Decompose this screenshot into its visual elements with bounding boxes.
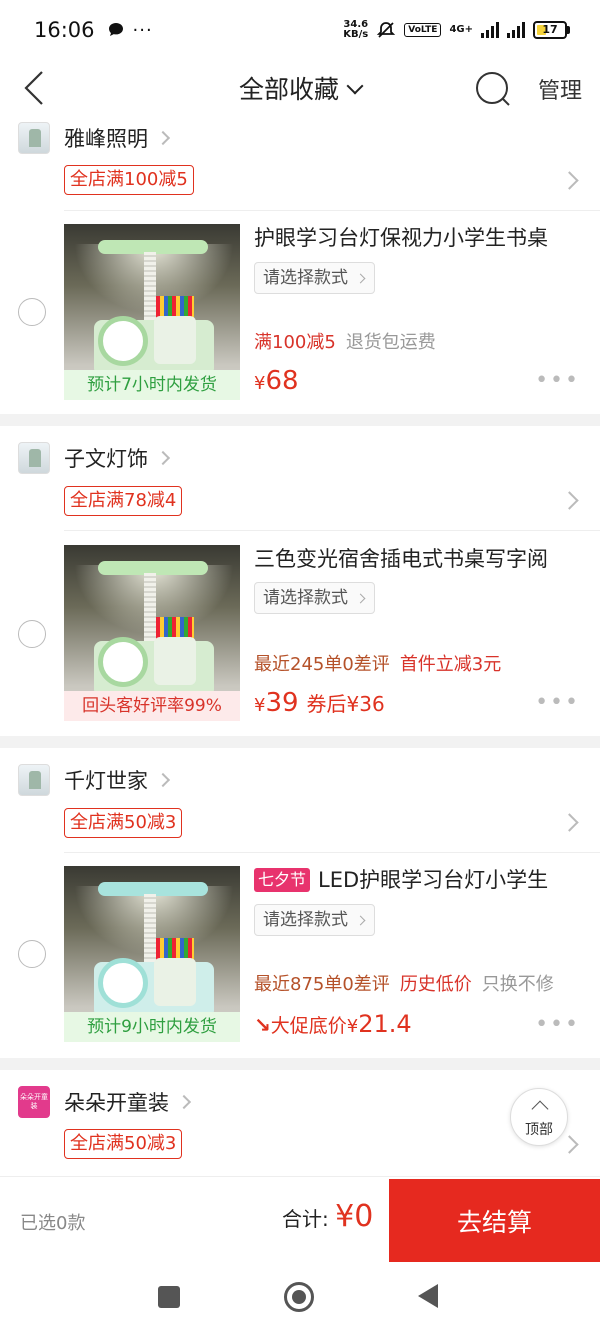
store-promo[interactable]: 全店满78减4 (64, 486, 183, 516)
product-meta: 最近245单0差评 首件立减3元 (254, 654, 502, 675)
store-name: 千灯世家 (64, 769, 148, 793)
store-header[interactable]: 千灯世家 (18, 762, 171, 798)
chevron-right-icon (155, 450, 171, 466)
header: 全部收藏 管理 (0, 60, 600, 116)
network-speed: 34.6 KB/s (343, 19, 369, 40)
product-meta: 满100减5 退货包运费 (254, 332, 436, 353)
chevron-right-icon (155, 130, 171, 146)
select-checkbox[interactable] (18, 940, 46, 968)
product-price: ¥39 券后¥36 (254, 688, 385, 718)
sku-selector[interactable]: 请选择款式 (254, 262, 375, 294)
total-price: 合计: ¥0 (282, 1199, 374, 1234)
signal-icon-2 (507, 22, 525, 38)
selected-count: 已选0款 (20, 1213, 86, 1234)
store-name: 子文灯饰 (64, 447, 148, 471)
volte-icon: VoLTE (404, 23, 442, 37)
product-image[interactable]: 预计7小时内发货 (64, 224, 240, 400)
sku-selector[interactable]: 请选择款式 (254, 582, 375, 614)
shipping-tag: 预计7小时内发货 (64, 370, 240, 400)
chevron-right-icon (176, 1094, 192, 1110)
mute-bell-icon (377, 22, 396, 38)
chevron-right-icon (155, 772, 171, 788)
store-name: 雅峰照明 (64, 127, 148, 151)
product-title[interactable]: 护眼学习台灯保视力小学生书桌 (254, 222, 582, 252)
store-header[interactable]: 雅峰照明 (18, 120, 171, 156)
system-nav-bar (0, 1262, 600, 1332)
nav-back-icon[interactable] (418, 1284, 438, 1308)
network-type: 4G+ (449, 24, 473, 35)
back-to-top-button[interactable]: 顶部 (510, 1088, 568, 1146)
more-notifications-icon: ··· (132, 19, 153, 41)
home-icon[interactable] (284, 1282, 314, 1312)
sku-selector[interactable]: 请选择款式 (254, 904, 375, 936)
chevron-down-icon (346, 77, 364, 95)
product-title[interactable]: 三色变光宿舍插电式书桌写字阅 (254, 543, 582, 573)
checkout-button[interactable]: 去结算 (389, 1179, 600, 1263)
store-logo: 朵朵开童装 (18, 1086, 50, 1118)
product-price: ¥68 (254, 366, 299, 396)
battery-icon: 17 (533, 21, 570, 39)
trend-down-icon: ↘ (254, 1013, 271, 1037)
product-image[interactable]: 回头客好评率99% (64, 545, 240, 721)
store-header[interactable]: 子文灯饰 (18, 440, 171, 476)
status-bar: 16:06 ··· 34.6 KB/s VoLTE 4G+ 17 (0, 0, 600, 60)
store-promo[interactable]: 全店满100减5 (64, 165, 194, 195)
store-name: 朵朵开童装 (64, 1091, 169, 1115)
checkout-bar: 已选0款 合计: ¥0 去结算 (0, 1176, 600, 1263)
product-meta: 最近875单0差评 历史低价 只换不修 (254, 974, 554, 995)
select-checkbox[interactable] (18, 298, 46, 326)
shipping-tag: 预计9小时内发货 (64, 1012, 240, 1042)
festival-tag: 七夕节 (254, 868, 311, 892)
recent-apps-icon[interactable] (158, 1286, 180, 1308)
signal-icon (481, 22, 499, 38)
status-time: 16:06 (34, 18, 95, 42)
chevron-right-icon[interactable] (560, 1135, 579, 1154)
store-logo (18, 442, 50, 474)
manage-button[interactable]: 管理 (538, 73, 582, 105)
store-promo[interactable]: 全店满50减3 (64, 808, 183, 838)
more-options-icon[interactable]: ••• (535, 368, 580, 393)
store-logo (18, 764, 50, 796)
search-icon[interactable] (474, 70, 512, 108)
store-promo[interactable]: 全店满50减3 (64, 1129, 183, 1159)
more-options-icon[interactable]: ••• (535, 690, 580, 715)
select-checkbox[interactable] (18, 620, 46, 648)
product-title[interactable]: 七夕节 LED护眼学习台灯小学生 (254, 864, 582, 894)
store-logo (18, 122, 50, 154)
chevron-right-icon[interactable] (560, 813, 579, 832)
more-options-icon[interactable]: ••• (535, 1012, 580, 1037)
store-header[interactable]: 朵朵开童装 朵朵开童装 (18, 1084, 192, 1120)
repurchase-tag: 回头客好评率99% (64, 691, 240, 721)
product-price: ↘大促底价¥21.4 (254, 1010, 412, 1038)
chat-bubble-icon (108, 23, 123, 36)
chevron-right-icon[interactable] (560, 491, 579, 510)
product-image[interactable]: 预计9小时内发货 (64, 866, 240, 1042)
chevron-right-icon[interactable] (560, 171, 579, 190)
